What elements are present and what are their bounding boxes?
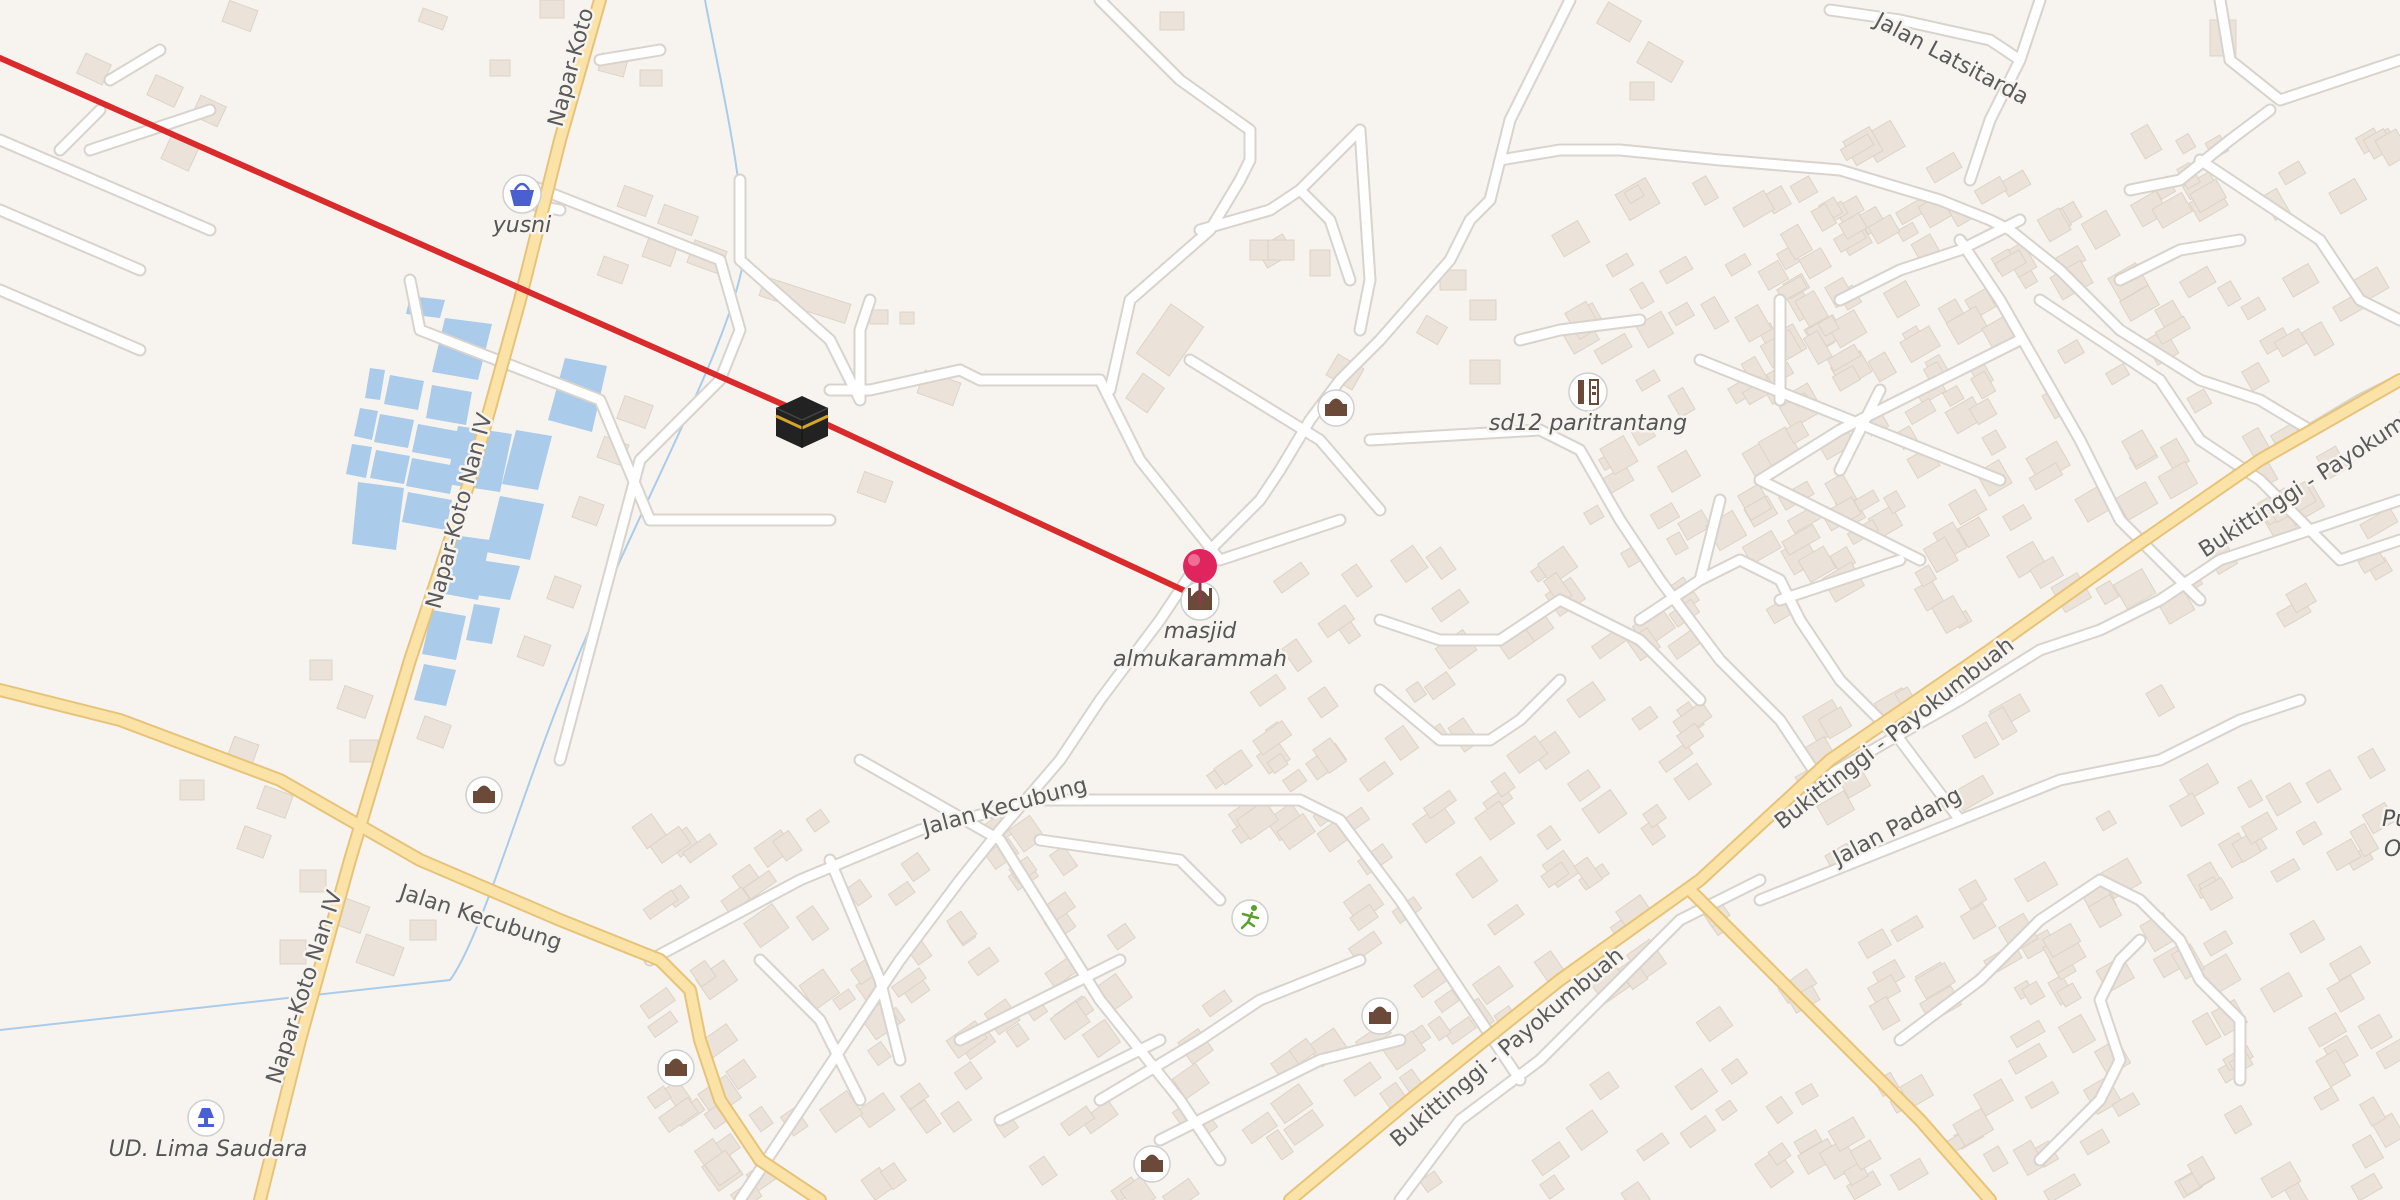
poi-mosque-1[interactable]	[1317, 389, 1355, 427]
poi-mosque-4[interactable]	[1361, 997, 1399, 1035]
poi-label-sd12: sd12 paritrantang	[1489, 411, 1687, 436]
poi-mosque-3[interactable]	[657, 1049, 695, 1087]
poi-label-masjid-2: almukarammah	[1113, 647, 1287, 672]
poi-sports[interactable]	[1231, 899, 1269, 937]
poi-mosque-2[interactable]	[465, 776, 503, 814]
poi-label-edge-2: O	[2384, 837, 2400, 862]
map-canvas[interactable]: Napar-Koto Napar-Koto Nan IV Napar-Koto …	[0, 0, 2400, 1200]
poi-label-ud-lima: UD. Lima Saudara	[109, 1137, 308, 1162]
poi-label-yusni: yusni	[492, 213, 551, 238]
poi-label-masjid-1: masjid	[1164, 619, 1238, 644]
poi-mosque-5[interactable]	[1133, 1145, 1171, 1183]
poi-label-edge-1: Pu	[2382, 807, 2400, 832]
